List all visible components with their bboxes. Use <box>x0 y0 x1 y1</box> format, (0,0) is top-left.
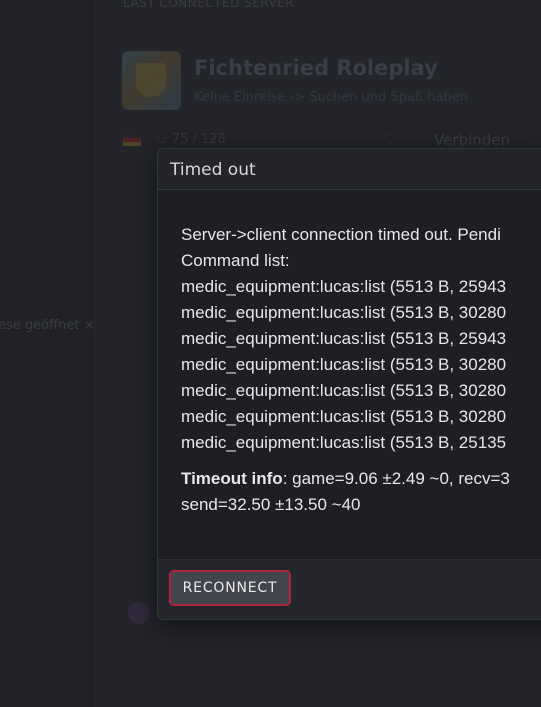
sidebar <box>0 0 95 707</box>
message-line: medic_equipment:lucas:list (5513 B, 3028… <box>181 303 507 322</box>
timeout-info-values: : game=9.06 ±2.49 ~0, recv=3 <box>282 469 510 488</box>
message-line: medic_equipment:lucas:list (5513 B, 2513… <box>181 433 507 452</box>
flag-icon <box>123 134 141 146</box>
timeout-info: Timeout info: game=9.06 ±2.49 ~0, recv=3… <box>181 466 510 518</box>
connect-button[interactable]: Verbinden <box>434 131 510 149</box>
timeout-info-line: Timeout info: game=9.06 ±2.49 ~0, recv=3 <box>181 466 510 492</box>
dialog-body: Server->client connection timed out. Pen… <box>158 190 541 559</box>
dialog-footer: RECONNECT <box>158 559 541 619</box>
reconnect-button[interactable]: RECONNECT <box>169 570 291 606</box>
message-line: medic_equipment:lucas:list (5513 B, 2594… <box>181 329 507 348</box>
bottom-avatar-icon <box>128 602 150 624</box>
message-line: Server->client connection timed out. Pen… <box>181 225 501 244</box>
notification-toast: ese geöffnet × <box>0 318 95 333</box>
message-line: medic_equipment:lucas:list (5513 B, 3028… <box>181 381 507 400</box>
message-line: medic_equipment:lucas:list (5513 B, 2594… <box>181 277 507 296</box>
player-count-value: 75 / 128 <box>171 132 226 147</box>
message-line: medic_equipment:lucas:list (5513 B, 3028… <box>181 355 507 374</box>
players-icon: ⚇ <box>156 132 172 147</box>
dialog-title: Timed out <box>170 160 256 180</box>
server-logo-emblem <box>136 63 166 97</box>
timeout-info-line-2: send=32.50 ±13.50 ~40 <box>181 495 361 514</box>
server-logo <box>122 51 181 110</box>
timeout-dialog: Timed out Server->client connection time… <box>157 148 541 620</box>
player-count: ⚇ 75 / 128 <box>156 132 226 147</box>
message-line: Command list: <box>181 251 290 270</box>
timeout-info-label: Timeout info <box>181 469 283 488</box>
message-line: medic_equipment:lucas:list (5513 B, 3028… <box>181 407 507 426</box>
heart-icon[interactable]: ♡ <box>384 130 397 148</box>
dialog-header: Timed out <box>158 149 541 190</box>
error-message: Server->client connection timed out. Pen… <box>181 222 506 456</box>
server-name: Fichtenried Roleplay <box>194 56 438 80</box>
last-connected-heading: LAST CONNECTED SERVER <box>123 0 295 10</box>
server-description: Keine Einreise -> Suchen und Spaß haben <box>194 90 468 105</box>
divider <box>0 634 541 635</box>
